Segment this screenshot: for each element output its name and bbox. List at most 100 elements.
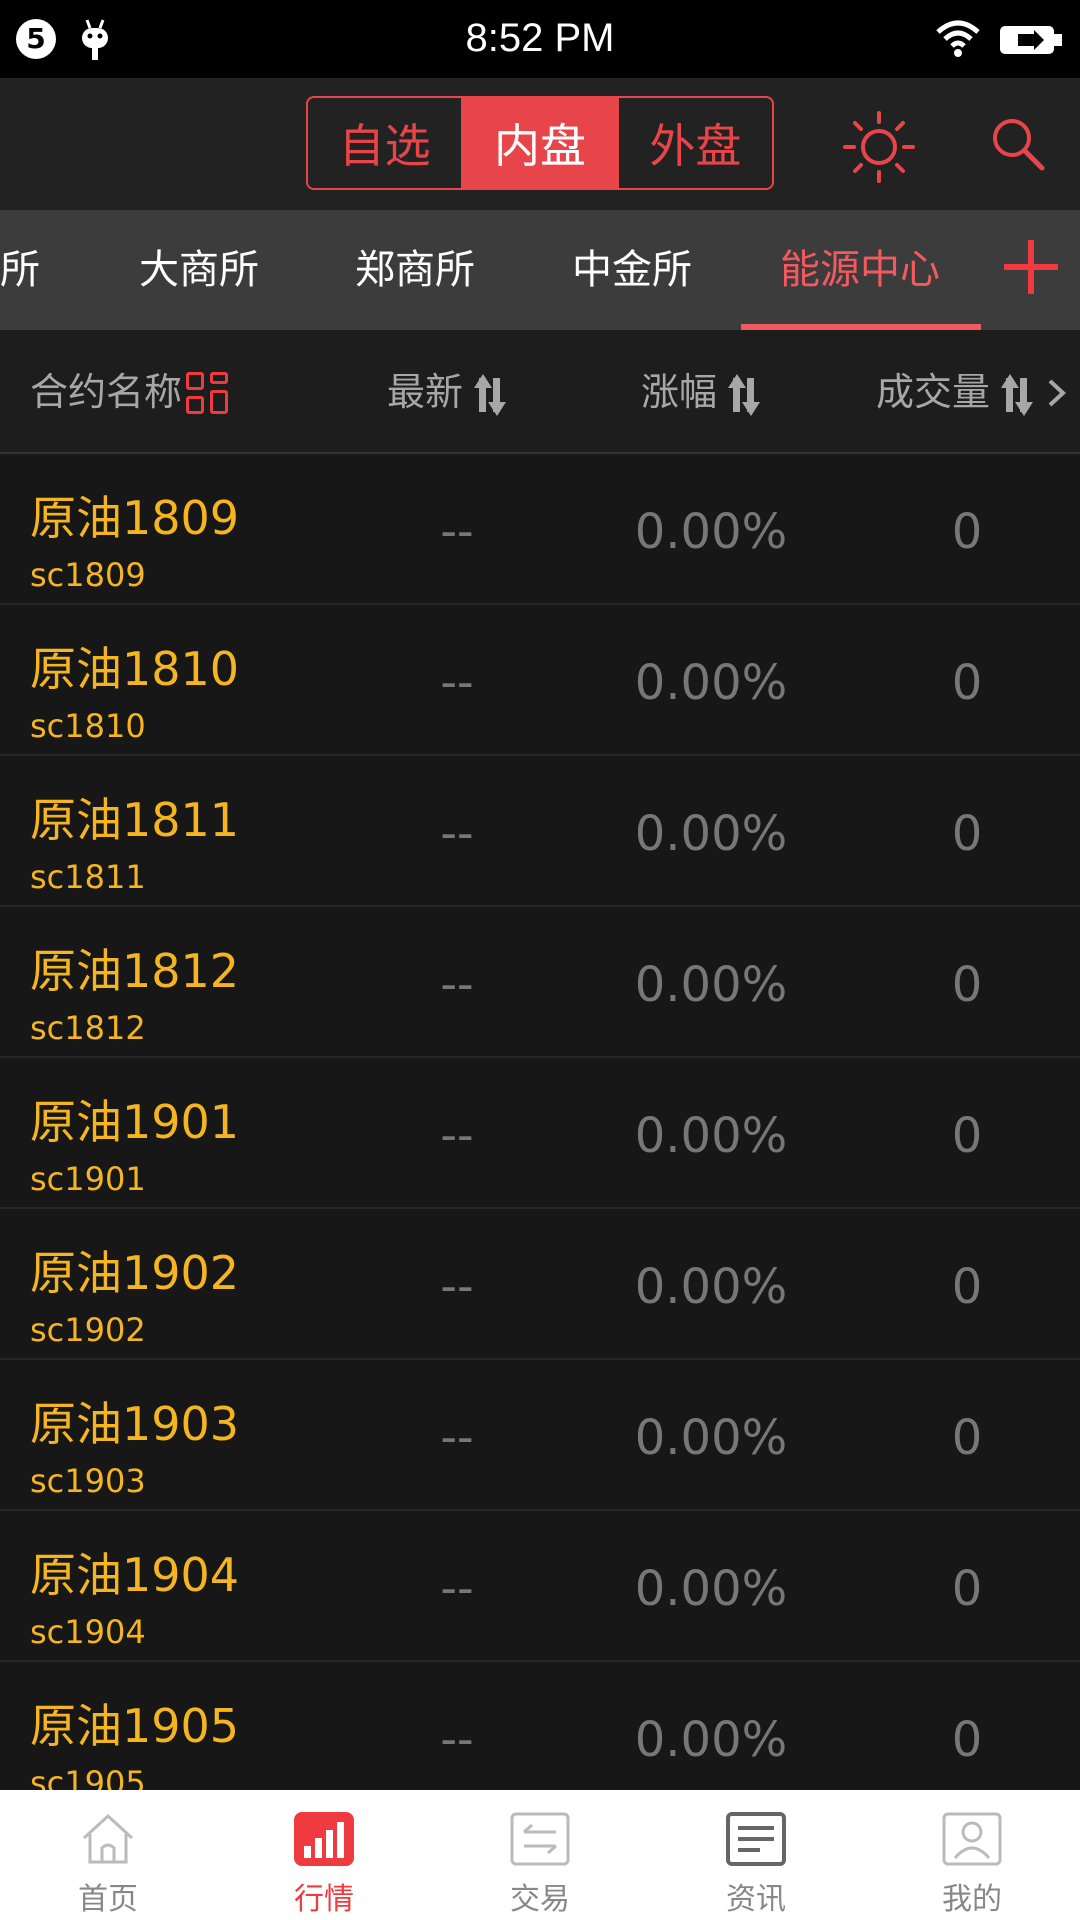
- col-last-price-label: 最新: [387, 370, 464, 414]
- volume: 0: [951, 957, 983, 1013]
- volume: 0: [951, 655, 983, 711]
- sort-icon[interactable]: [998, 373, 1038, 416]
- bottom-nav: 首页 行情 交易 资讯 我的: [0, 1790, 1080, 1920]
- col-contract-name: 合约名称: [30, 370, 183, 414]
- wifi-icon: [936, 20, 980, 57]
- col-change[interactable]: 涨幅: [641, 330, 765, 454]
- contract-name: 原油1810: [30, 642, 240, 696]
- nav-trade[interactable]: 交易: [432, 1790, 648, 1920]
- last-price: --: [440, 957, 474, 1011]
- last-price: --: [440, 1108, 474, 1162]
- column-header: 合约名称 最新 涨幅 成交量: [0, 330, 1080, 454]
- col-change-label: 涨幅: [641, 370, 718, 414]
- change-percent: 0.00%: [634, 504, 788, 560]
- contract-row[interactable]: 原油1904 sc1904 -- 0.00% 0: [0, 1511, 1080, 1662]
- nav-market[interactable]: 行情: [216, 1790, 432, 1920]
- trade-arrows-icon: [510, 1812, 570, 1866]
- news-icon: [726, 1812, 786, 1866]
- contract-name: 原油1812: [30, 944, 240, 998]
- nav-trade-label: 交易: [510, 1882, 570, 1917]
- contract-code: sc1809: [30, 556, 146, 594]
- last-price: --: [440, 806, 474, 860]
- contract-row[interactable]: 原油1810 sc1810 -- 0.00% 0: [0, 605, 1080, 756]
- last-price: --: [440, 1259, 474, 1313]
- volume: 0: [951, 1410, 983, 1466]
- sort-icon[interactable]: [725, 373, 765, 416]
- change-percent: 0.00%: [634, 957, 788, 1013]
- contract-name: 原油1902: [30, 1246, 240, 1300]
- col-volume-label: 成交量: [876, 370, 991, 414]
- contract-code: sc1905: [30, 1764, 146, 1790]
- segment-domestic[interactable]: 内盘: [463, 98, 619, 188]
- contract-row[interactable]: 原油1902 sc1902 -- 0.00% 0: [0, 1209, 1080, 1360]
- tab-partial-exchange[interactable]: 期所: [0, 210, 40, 330]
- nav-profile-label: 我的: [942, 1882, 1002, 1917]
- contract-list: 原油1809 sc1809 -- 0.00% 0 原油1810 sc1810 -…: [0, 454, 1080, 1790]
- contract-code: sc1901: [30, 1160, 146, 1198]
- sort-icon[interactable]: [471, 373, 511, 416]
- brightness-icon[interactable]: [842, 110, 916, 184]
- contract-code: sc1812: [30, 1009, 146, 1047]
- contract-name: 原油1811: [30, 793, 240, 847]
- tab-ine[interactable]: 能源中心: [780, 210, 940, 330]
- tab-czce[interactable]: 郑商所: [355, 210, 475, 330]
- layout-grid-icon[interactable]: [186, 372, 228, 414]
- change-percent: 0.00%: [634, 1410, 788, 1466]
- chevron-right-icon[interactable]: [1046, 378, 1068, 408]
- exchange-tab-bar: 期所 大商所 郑商所 中金所 能源中心: [0, 210, 1080, 330]
- tab-cffex[interactable]: 中金所: [572, 210, 692, 330]
- last-price: --: [440, 1712, 474, 1766]
- contract-code: sc1902: [30, 1311, 146, 1349]
- volume: 0: [951, 806, 983, 862]
- last-price: --: [440, 655, 474, 709]
- tab-dce[interactable]: 大商所: [139, 210, 259, 330]
- market-chart-icon: [294, 1812, 354, 1866]
- contract-code: sc1811: [30, 858, 146, 896]
- home-icon: [82, 1813, 134, 1864]
- contract-row[interactable]: 原油1809 sc1809 -- 0.00% 0: [0, 454, 1080, 605]
- contract-code: sc1810: [30, 707, 146, 745]
- add-exchange-icon[interactable]: [1004, 240, 1058, 294]
- market-segment-control: 自选 内盘 外盘: [306, 96, 774, 190]
- status-bar: 5 8:52 PM: [0, 0, 1080, 78]
- last-price: --: [440, 1410, 474, 1464]
- last-price: --: [440, 1561, 474, 1615]
- top-header: 自选 内盘 外盘: [0, 78, 1080, 210]
- volume: 0: [951, 1712, 983, 1768]
- col-last-price[interactable]: 最新: [387, 330, 511, 454]
- change-percent: 0.00%: [634, 1561, 788, 1617]
- nav-profile[interactable]: 我的: [864, 1790, 1080, 1920]
- contract-row[interactable]: 原油1811 sc1811 -- 0.00% 0: [0, 756, 1080, 907]
- volume: 0: [951, 504, 983, 560]
- contract-code: sc1904: [30, 1613, 146, 1651]
- volume: 0: [951, 1259, 983, 1315]
- contract-name: 原油1905: [30, 1699, 240, 1753]
- change-percent: 0.00%: [634, 655, 788, 711]
- profile-icon: [942, 1812, 1002, 1866]
- change-percent: 0.00%: [634, 1108, 788, 1164]
- contract-name: 原油1904: [30, 1548, 240, 1602]
- change-percent: 0.00%: [634, 1712, 788, 1768]
- search-icon[interactable]: [990, 116, 1046, 172]
- volume: 0: [951, 1561, 983, 1617]
- nav-home-label: 首页: [78, 1882, 138, 1917]
- col-volume[interactable]: 成交量: [876, 330, 1038, 454]
- nav-market-label: 行情: [294, 1882, 354, 1917]
- contract-name: 原油1901: [30, 1095, 240, 1149]
- segment-foreign[interactable]: 外盘: [619, 98, 772, 188]
- contract-row[interactable]: 原油1901 sc1901 -- 0.00% 0: [0, 1058, 1080, 1209]
- contract-row[interactable]: 原油1812 sc1812 -- 0.00% 0: [0, 907, 1080, 1058]
- last-price: --: [440, 504, 474, 558]
- clock: 8:52 PM: [465, 16, 615, 60]
- change-percent: 0.00%: [634, 806, 788, 862]
- nav-home[interactable]: 首页: [0, 1790, 216, 1920]
- contract-name: 原油1809: [30, 491, 240, 545]
- segment-watchlist[interactable]: 自选: [308, 98, 464, 188]
- contract-row[interactable]: 原油1905 sc1905 -- 0.00% 0: [0, 1662, 1080, 1790]
- volume: 0: [951, 1108, 983, 1164]
- battery-charging-icon: [1000, 26, 1062, 54]
- nav-news[interactable]: 资讯: [648, 1790, 864, 1920]
- contract-code: sc1903: [30, 1462, 146, 1500]
- nav-news-label: 资讯: [726, 1882, 786, 1917]
- contract-row[interactable]: 原油1903 sc1903 -- 0.00% 0: [0, 1360, 1080, 1511]
